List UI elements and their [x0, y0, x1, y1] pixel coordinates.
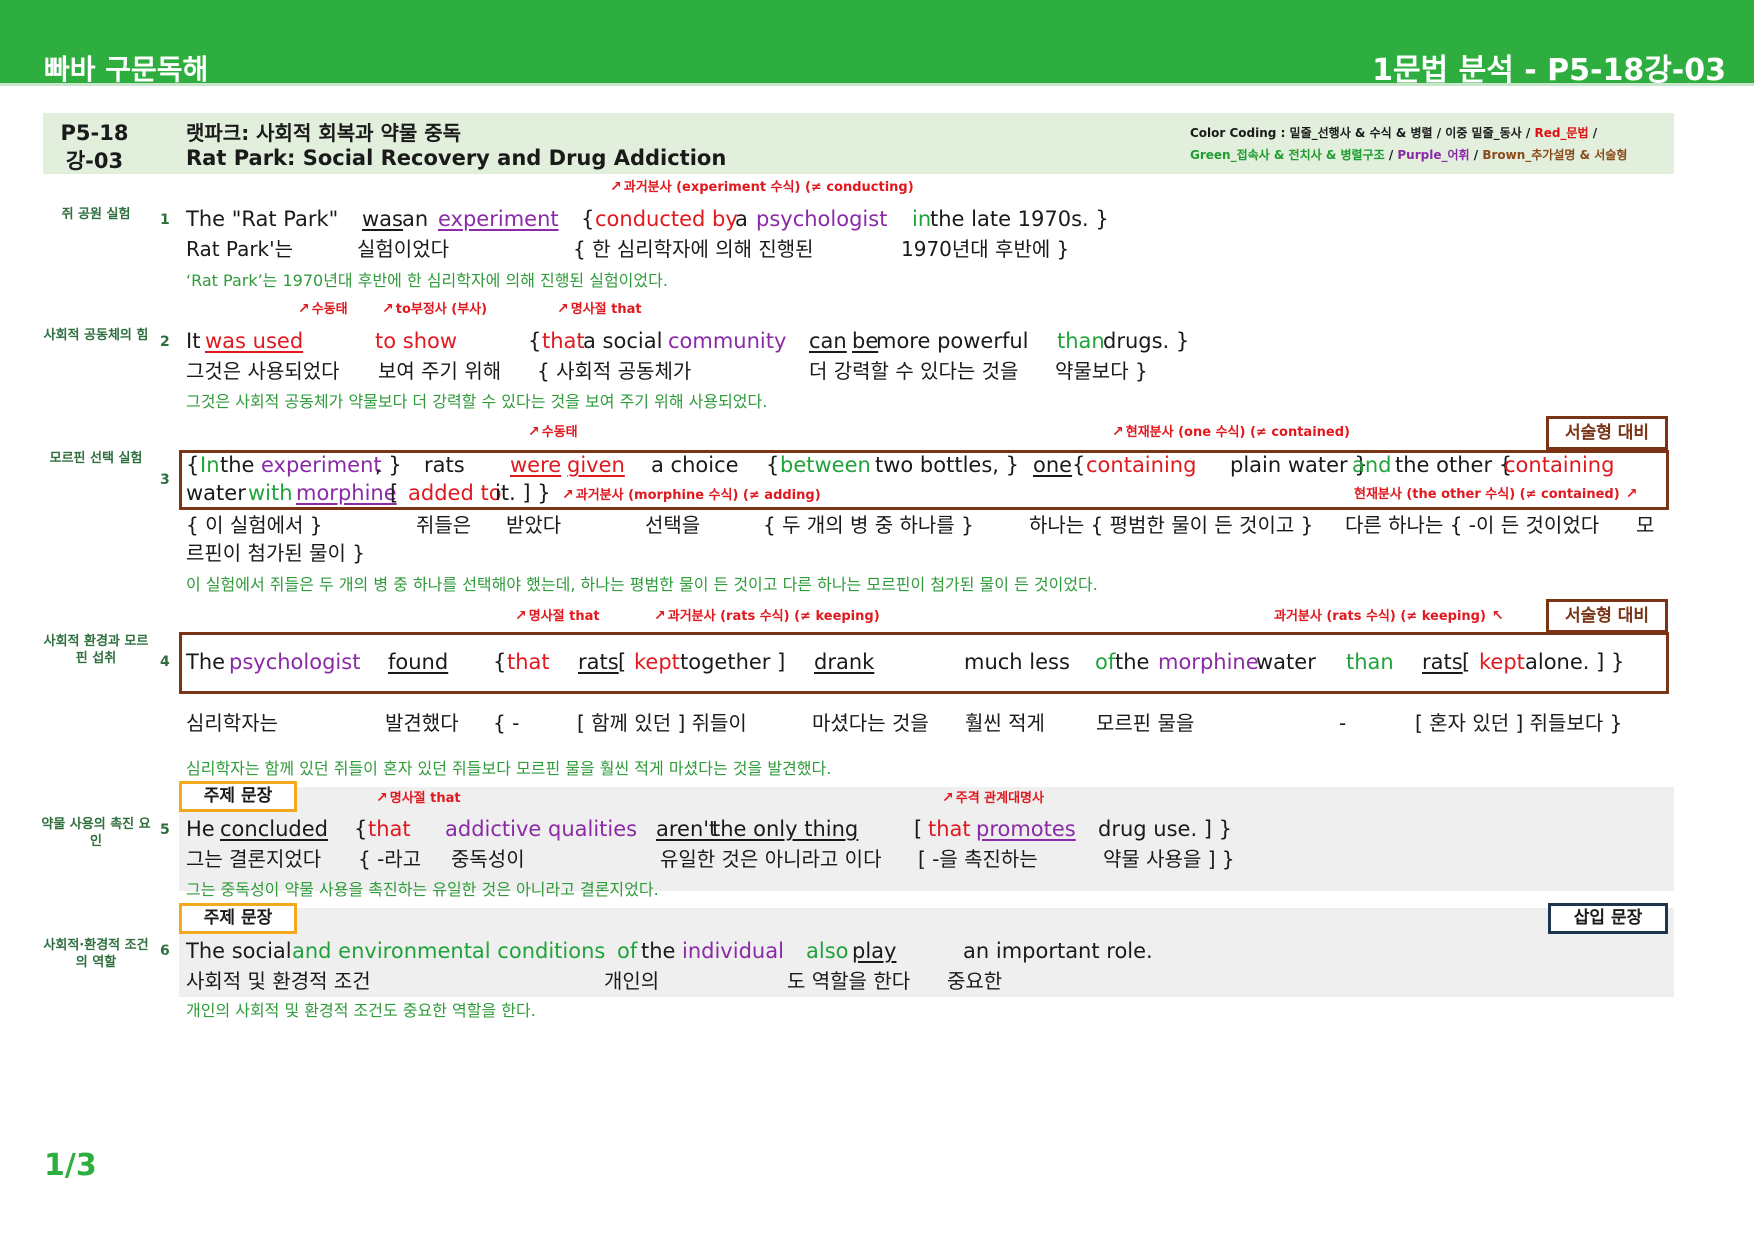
- curved-arrow-icon: ↗: [562, 487, 574, 503]
- brand-title: 빠바 구문독해: [44, 53, 209, 86]
- sentence-number: 6: [160, 943, 170, 959]
- curved-arrow-icon: ↗: [1112, 424, 1124, 440]
- title-band: P5-18강-03 랫파크: 사회적 회복과 약물 중독 Rat Park: S…: [43, 113, 1674, 174]
- sentence-number: 4: [160, 654, 170, 670]
- sentence-number: 3: [160, 472, 170, 488]
- sentence-number: 5: [160, 822, 170, 838]
- curved-arrow-icon: ↗: [1625, 486, 1638, 502]
- topic-label: 사회적 공동체의 힘: [43, 328, 149, 343]
- topic-sentence-tag: 주제 문장: [179, 903, 297, 934]
- curved-arrow-icon: ↗: [515, 608, 527, 624]
- translation: 그것은 사회적 공동체가 약물보다 더 강력할 수 있다는 것을 보여 주기 위…: [186, 392, 768, 411]
- topic-label: 사회적·환경적 조건의 역할: [43, 938, 149, 970]
- curved-arrow-icon: ↗: [557, 301, 569, 317]
- passage-title-korean: 랫파크: 사회적 회복과 약물 중독: [186, 121, 462, 145]
- translation: 개인의 사회적 및 환경적 조건도 중요한 역할을 한다.: [186, 1001, 536, 1020]
- topic-label: 모르핀 선택 실험: [49, 451, 143, 466]
- grammar-note: ↗ 명사절 that: [515, 608, 600, 624]
- topic-label: 사회적 환경과 모르핀 섭취: [43, 634, 149, 666]
- curved-arrow-icon: ↗: [376, 790, 388, 806]
- sentence-number: 2: [160, 334, 170, 350]
- translation: ‘Rat Park’는 1970년대 후반에 한 심리학자에 의해 진행된 실험…: [186, 271, 668, 290]
- color-legend: Color Coding : 밑줄_선행사 & 수식 & 병렬 / 이중 밑줄_…: [1190, 126, 1628, 162]
- lesson-code: 1문법 분석 - P5-18강-03: [1372, 53, 1726, 88]
- translation: 심리학자는 함께 있던 쥐들이 혼자 있던 쥐들보다 모르핀 물을 훨씬 적게 …: [186, 759, 832, 778]
- grammar-note: ↗ 과거분사 (experiment 수식) (≠ conducting): [610, 179, 914, 195]
- grammar-note: ↗ 수동태: [528, 424, 578, 440]
- grammar-note: ↗ 현재분사 (one 수식) (≠ contained): [1112, 424, 1350, 440]
- grammar-note: ↗ 명사절 that: [557, 301, 642, 317]
- grammar-note: ↗ 과거분사 (morphine 수식) (≠ adding): [562, 487, 821, 503]
- curved-arrow-icon: ↗: [654, 608, 666, 624]
- grammar-note: ↗ 주격 관계대명사: [942, 790, 1044, 806]
- grammar-note: ↗ 명사절 that: [376, 790, 461, 806]
- topic-sentence-tag: 주제 문장: [179, 781, 297, 812]
- curved-arrow-icon: ↗: [528, 424, 540, 440]
- curved-arrow-icon: ↗: [942, 790, 954, 806]
- grammar-note: ↗ 과거분사 (rats 수식) (≠ keeping): [654, 608, 880, 624]
- curved-arrow-icon: ↖: [1491, 608, 1504, 624]
- curved-arrow-icon: ↗: [298, 301, 310, 317]
- top-banner: 빠바 구문독해 1문법 분석 - P5-18강-03: [0, 0, 1754, 88]
- essay-prep-tag: 서술형 대비: [1546, 599, 1668, 633]
- sentence-number: 1: [160, 212, 170, 228]
- curved-arrow-icon: ↗: [382, 301, 394, 317]
- topic-label: 쥐 공원 실험: [61, 207, 131, 222]
- grammar-note: ↗ to부정사 (부사): [382, 301, 488, 317]
- translation: 그는 중독성이 약물 사용을 촉진하는 유일한 것은 아니라고 결론지었다.: [186, 880, 659, 899]
- insert-sentence-tag: 삽입 문장: [1548, 903, 1668, 934]
- passage-title-english: Rat Park: Social Recovery and Drug Addic…: [186, 146, 727, 170]
- grammar-note: 현재분사 (the other 수식) (≠ contained) ↗: [1354, 486, 1638, 502]
- page-indicator: 1/3: [44, 1148, 97, 1183]
- grammar-note: 과거분사 (rats 수식) (≠ keeping) ↖: [1274, 608, 1504, 624]
- essay-prep-tag: 서술형 대비: [1546, 416, 1668, 450]
- grammar-note: ↗ 수동태: [298, 301, 348, 317]
- curved-arrow-icon: ↗: [610, 179, 622, 195]
- passage-id: P5-18강-03: [60, 121, 129, 173]
- translation: 이 실험에서 쥐들은 두 개의 병 중 하나를 선택해야 했는데, 하나는 평범…: [186, 575, 1098, 594]
- topic-label: 약물 사용의 촉진 요인: [41, 817, 151, 849]
